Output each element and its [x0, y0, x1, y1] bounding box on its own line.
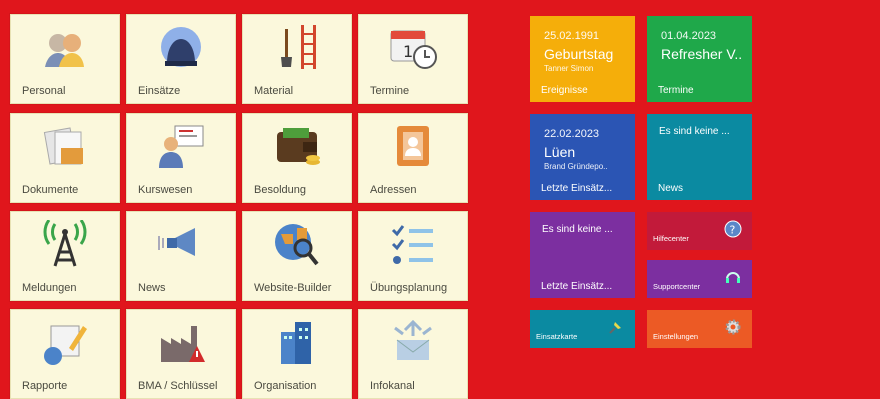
tile-termine[interactable]: 1 Termine [358, 14, 468, 104]
tile-website-builder[interactable]: Website-Builder [242, 211, 352, 301]
widget-message: Es sind keine ... [542, 224, 613, 235]
widget-date: 22.02.2023 [544, 128, 600, 140]
helmet-icon [161, 27, 201, 67]
tile-dokumente[interactable]: Dokumente [10, 113, 120, 203]
svg-text:?: ? [730, 224, 736, 237]
report-pencil-icon [44, 325, 87, 365]
widget-footer: Supportcenter [653, 282, 701, 291]
address-book-icon [397, 126, 429, 166]
tile-uebungsplanung[interactable]: Übungsplanung [358, 211, 468, 301]
tile-label: Website-Builder [254, 282, 332, 294]
widget-subtitle: Brand Gründepo.. [544, 162, 608, 171]
gear-icon [725, 319, 741, 335]
widget-message: Es sind keine ... [659, 126, 730, 137]
widget-footer: Letzte Einsätz... [541, 183, 613, 194]
tile-organisation[interactable]: Organisation [242, 309, 352, 399]
tile-kurswesen[interactable]: Kurswesen [126, 113, 236, 203]
tile-label: Übungsplanung [370, 282, 448, 294]
tile-label: Infokanal [370, 380, 415, 392]
checklist-icon [391, 225, 433, 264]
wallet-icon [277, 128, 320, 165]
tile-label: Einsätze [138, 85, 181, 97]
tile-material[interactable]: Material [242, 14, 352, 104]
widget-footer: News [658, 183, 684, 194]
tile-besoldung[interactable]: Besoldung [242, 113, 352, 203]
tile-label: Meldungen [22, 282, 77, 294]
tile-personal[interactable]: Personal [10, 14, 120, 104]
widget-letzte-einsaetze[interactable]: 22.02.2023 Lüen Brand Gründepo.. Letzte … [530, 114, 635, 200]
tile-label: Besoldung [254, 184, 306, 196]
antenna-icon [43, 220, 87, 267]
documents-icon [43, 127, 83, 165]
buildings-icon [281, 322, 311, 364]
widget-subtitle: Tanner Simon [544, 64, 594, 73]
svg-text:1: 1 [403, 42, 413, 61]
widget-title: Geburtstag [544, 46, 614, 62]
tile-label: Kurswesen [138, 184, 193, 196]
shovel-ladder-icon [281, 25, 316, 69]
widget-title: Lüen [544, 144, 576, 160]
widget-hilfecenter[interactable]: ? Hilfecenter [647, 212, 752, 250]
widget-einstellungen[interactable]: Einstellungen [647, 310, 752, 348]
tile-label: Rapporte [22, 380, 68, 392]
widget-footer: Einsatzkarte [536, 332, 578, 341]
tile-einsaetze[interactable]: Einsätze [126, 14, 236, 104]
presentation-icon [159, 125, 204, 168]
tile-infokanal[interactable]: Infokanal [358, 309, 468, 399]
tile-rapporte[interactable]: Rapporte [10, 309, 120, 399]
widget-footer: Einstellungen [653, 332, 699, 341]
tile-adressen[interactable]: Adressen [358, 113, 468, 203]
tile-label: BMA / Schlüssel [138, 380, 218, 392]
help-icon: ? [724, 220, 742, 238]
widget-supportcenter[interactable]: Supportcenter [647, 260, 752, 298]
widget-ereignisse[interactable]: 25.02.1991 Geburtstag Tanner Simon Ereig… [530, 16, 635, 102]
widget-footer: Letzte Einsätz... [541, 281, 613, 292]
tile-label: Material [254, 85, 294, 97]
widget-date: 25.02.1991 [544, 30, 600, 42]
widget-title: Refresher V.. [661, 46, 743, 62]
pin-icon [609, 322, 621, 334]
calendar-clock-icon: 1 [390, 30, 437, 69]
tile-label: Personal [22, 85, 66, 97]
tile-bma-schluessel[interactable]: BMA / Schlüssel [126, 309, 236, 399]
globe-search-icon [275, 224, 319, 266]
tile-label: Organisation [254, 380, 317, 392]
widget-einsatzkarte[interactable]: Einsatzkarte [530, 310, 635, 348]
megaphone-icon [158, 228, 195, 256]
tile-label: Dokumente [22, 184, 79, 196]
tile-label: Termine [370, 85, 410, 97]
people-icon [45, 34, 84, 67]
widget-news[interactable]: Es sind keine ... News [647, 114, 752, 200]
tile-meldungen[interactable]: Meldungen [10, 211, 120, 301]
widget-letzte-einsaetze-2[interactable]: Es sind keine ... Letzte Einsätz... [530, 212, 635, 298]
headset-icon [726, 272, 740, 283]
tile-label: News [138, 282, 166, 294]
tile-label: Adressen [370, 184, 417, 196]
widget-footer: Ereignisse [541, 85, 588, 96]
tile-news[interactable]: News [126, 211, 236, 301]
widget-date: 01.04.2023 [661, 30, 717, 42]
widget-footer: Hilfecenter [653, 234, 689, 243]
envelope-icon [394, 319, 432, 360]
widget-termine[interactable]: 01.04.2023 Refresher V.. Termine [647, 16, 752, 102]
factory-alarm-icon [161, 326, 205, 362]
widget-footer: Termine [658, 85, 694, 96]
